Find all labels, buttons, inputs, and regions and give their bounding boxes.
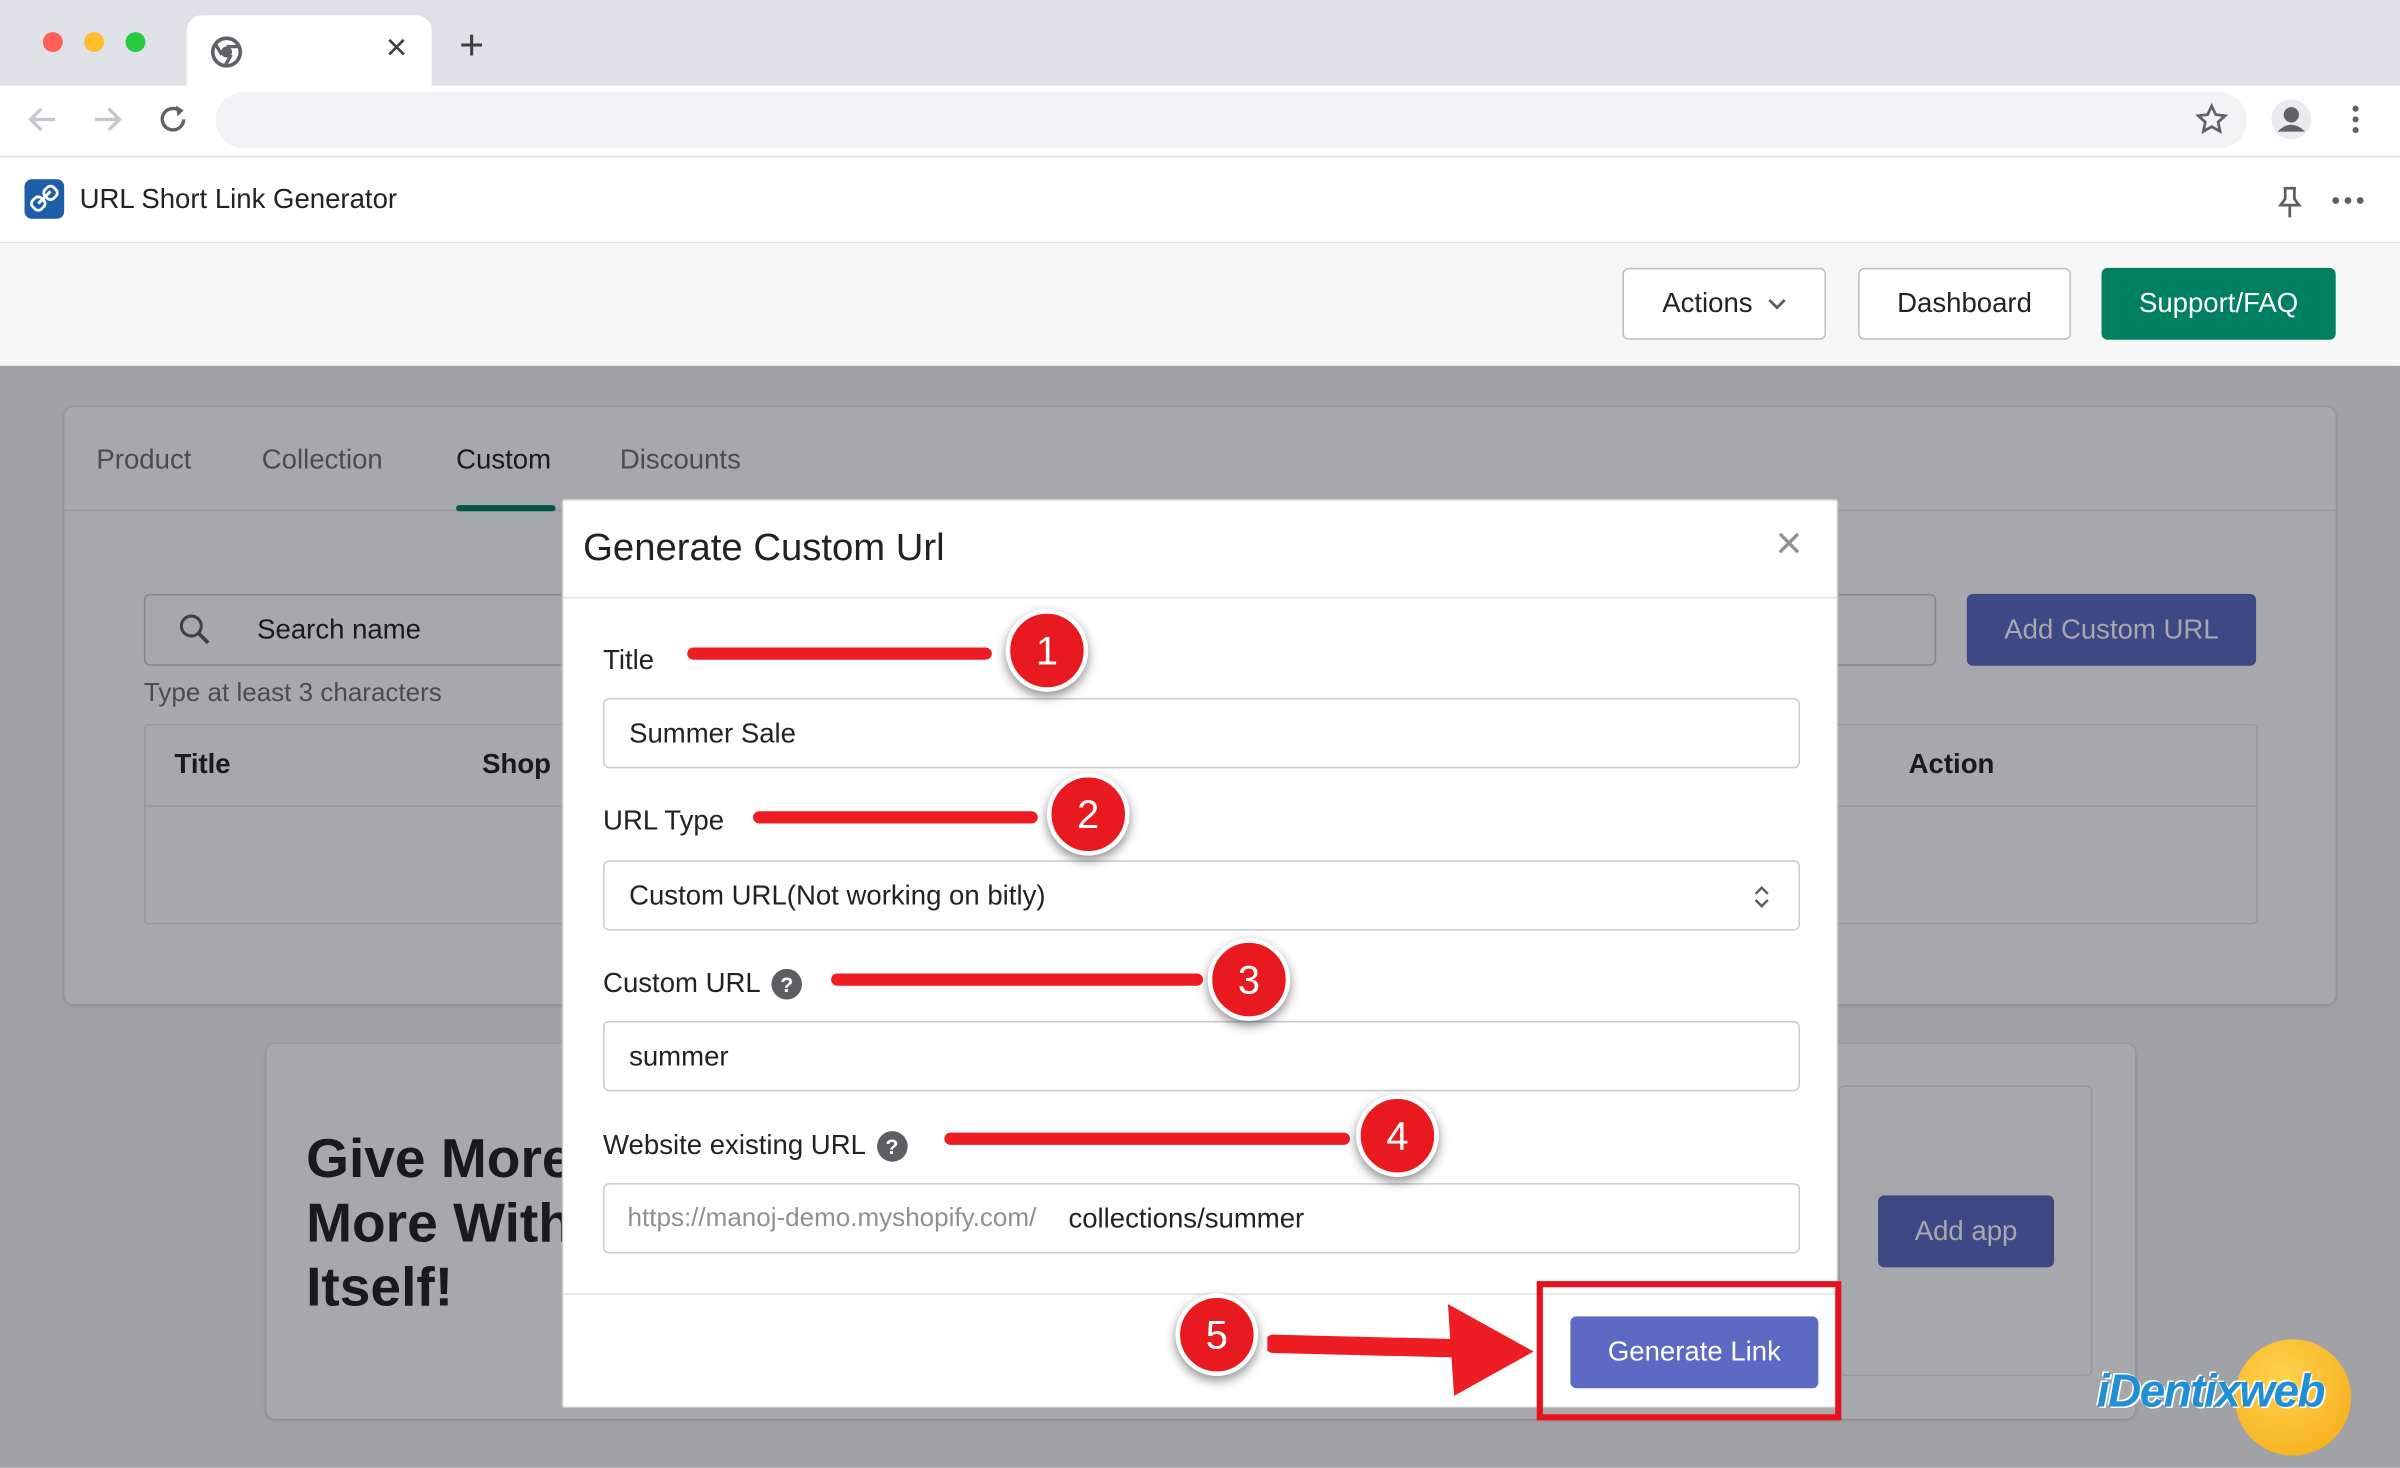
step-badge-5: 5: [1175, 1293, 1259, 1377]
custom-url-input[interactable]: summer: [603, 1020, 1800, 1092]
step-badge-4: 4: [1356, 1094, 1439, 1178]
select-arrows-icon: [1754, 886, 1769, 908]
step-badge-2: 2: [1046, 772, 1130, 856]
website-url-input[interactable]: https://manoj-demo.myshopify.com/ collec…: [603, 1183, 1800, 1254]
window-maximize-button[interactable]: [125, 32, 146, 53]
annotation-arrow-icon: [1267, 1304, 1534, 1396]
step-badge-3: 3: [1207, 938, 1291, 1021]
actions-label: Actions: [1662, 287, 1753, 319]
custom-url-input-value: summer: [629, 1040, 729, 1071]
annotation-line-2: [753, 811, 1038, 824]
forward-arrow-icon[interactable]: [90, 103, 124, 137]
annotation-line-3: [831, 973, 1204, 986]
title-input[interactable]: Summer Sale: [603, 697, 1800, 769]
new-tab-icon[interactable]: +: [459, 21, 484, 70]
more-options-icon[interactable]: [2331, 194, 2365, 206]
bookmark-star-icon[interactable]: [2195, 102, 2229, 137]
address-bar[interactable]: [215, 91, 2247, 149]
title-label: Title: [603, 644, 655, 675]
chrome-icon: [210, 36, 243, 68]
browser-tab[interactable]: ×: [186, 15, 432, 86]
window-close-button[interactable]: [42, 32, 63, 53]
website-url-label: Website existing URL: [603, 1129, 866, 1161]
tab-close-icon[interactable]: ×: [386, 28, 407, 71]
modal-title: Generate Custom Url: [583, 526, 945, 570]
profile-avatar-icon[interactable]: [2270, 98, 2313, 141]
website-url-label-row: Website existing URL ?: [603, 1129, 908, 1162]
url-type-label: URL Type: [603, 805, 725, 836]
annotation-line-4: [944, 1132, 1350, 1145]
custom-url-label-row: Custom URL ?: [603, 967, 803, 999]
website-url-input-value: collections/summer: [1068, 1202, 1305, 1233]
modal-header-divider: [563, 596, 1837, 599]
back-arrow-icon[interactable]: [26, 103, 60, 137]
generate-custom-url-modal: Generate Custom Url × Title Summer Sale …: [561, 498, 1839, 1409]
app-title: URL Short Link Generator: [79, 183, 398, 215]
url-type-selected-value: Custom URL(Not working on bitly): [629, 879, 1046, 910]
step-badge-1: 1: [1005, 609, 1089, 692]
title-input-value: Summer Sale: [629, 717, 796, 748]
support-faq-button[interactable]: Support/FAQ: [2101, 267, 2336, 340]
window-minimize-button[interactable]: [84, 32, 105, 53]
app-logo-icon: [24, 179, 65, 219]
chevron-down-icon: [1768, 298, 1786, 309]
website-url-prefix: https://manoj-demo.myshopify.com/: [627, 1203, 1037, 1233]
pin-icon[interactable]: [2276, 185, 2304, 219]
actions-dropdown-button[interactable]: Actions: [1622, 267, 1827, 340]
browser-menu-icon[interactable]: [2349, 103, 2361, 137]
annotation-line-1: [687, 647, 992, 660]
website-url-help-icon[interactable]: ?: [876, 1130, 908, 1161]
custom-url-help-icon[interactable]: ?: [771, 968, 803, 999]
watermark-text: iDentixweb: [2096, 1366, 2326, 1418]
custom-url-label: Custom URL: [603, 967, 761, 998]
url-type-select[interactable]: Custom URL(Not working on bitly): [603, 860, 1800, 931]
close-icon[interactable]: ×: [1775, 521, 1802, 568]
dashboard-button[interactable]: Dashboard: [1858, 267, 2071, 340]
reload-icon[interactable]: [156, 103, 190, 137]
highlight-box: [1536, 1281, 1842, 1421]
